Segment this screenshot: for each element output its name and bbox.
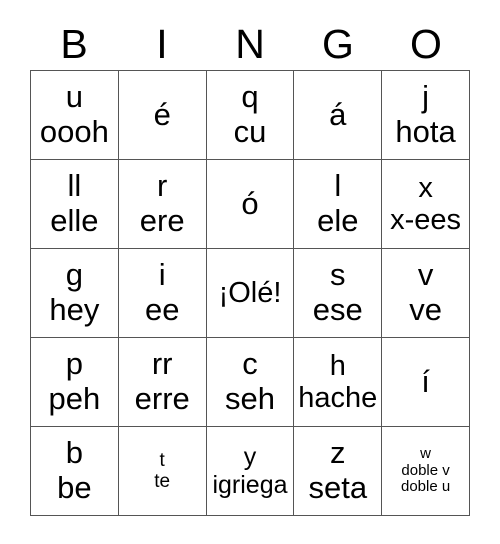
bingo-header-row: B I N G O	[30, 18, 470, 70]
bingo-cell-letter: b	[65, 435, 84, 471]
bingo-cell-letter: t	[159, 449, 165, 471]
bingo-cell[interactable]: é	[118, 71, 207, 160]
bingo-cell-letter: i	[158, 257, 166, 293]
bingo-grid: u oooh é q cu á j hota ll elle r ere ó l ele x x-ees g hey…	[30, 70, 470, 516]
bingo-cell[interactable]: v ve	[382, 249, 470, 338]
bingo-cell-pronunciation: cu	[233, 114, 267, 149]
bingo-cell-letter: r	[157, 168, 168, 204]
bingo-cell[interactable]: w doble v doble u	[382, 427, 470, 516]
bingo-cell-letter: c	[242, 346, 258, 382]
bingo-cell-letter: q	[241, 79, 259, 115]
bingo-cell-pronunciation: ere	[139, 203, 185, 238]
bingo-cell[interactable]: rr erre	[118, 338, 207, 427]
bingo-cell-letter: u	[65, 79, 84, 115]
bingo-cell-pronunciation: hey	[49, 292, 100, 327]
bingo-cell[interactable]: r ere	[118, 160, 207, 249]
bingo-cell-letter: j	[422, 79, 430, 115]
bingo-card: B I N G O u oooh é q cu á j hota ll elle r ere ó l ele…	[0, 0, 500, 544]
bingo-cell-pronunciation: doble v	[401, 461, 450, 479]
bingo-cell[interactable]: b be	[31, 427, 119, 516]
bingo-cell[interactable]: y igriega	[206, 427, 295, 516]
bingo-cell-letter: í	[421, 363, 430, 399]
bingo-cell-letter: s	[330, 257, 346, 293]
bingo-cell-pronunciation: doble u	[400, 478, 451, 496]
bingo-cell[interactable]: z seta	[294, 427, 383, 516]
bingo-cell[interactable]: p peh	[31, 338, 119, 427]
bingo-cell-letter: p	[65, 346, 84, 382]
bingo-header-letter-o: O	[410, 20, 442, 67]
bingo-header-letter-g: G	[322, 20, 354, 67]
bingo-cell[interactable]: i ee	[118, 249, 207, 338]
bingo-header-letter-i: I	[156, 20, 168, 67]
bingo-cell[interactable]: t te	[118, 427, 207, 516]
bingo-cell[interactable]: u oooh	[31, 71, 119, 160]
bingo-cell-pronunciation: peh	[48, 381, 101, 416]
bingo-cell-pronunciation: hache	[298, 382, 378, 414]
bingo-cell-pronunciation: te	[154, 471, 171, 492]
bingo-cell-letter: g	[65, 257, 84, 293]
bingo-cell[interactable]: l ele	[294, 160, 383, 249]
bingo-cell-letter: rr	[151, 346, 173, 382]
bingo-cell-pronunciation: erre	[134, 381, 190, 416]
bingo-cell-letter: l	[334, 168, 342, 204]
bingo-cell-pronunciation: igriega	[212, 471, 288, 499]
bingo-cell-pronunciation: be	[57, 470, 92, 505]
bingo-cell-pronunciation: oooh	[39, 114, 109, 149]
bingo-cell[interactable]: s ese	[294, 249, 383, 338]
bingo-cell-letter: á	[329, 96, 347, 132]
bingo-header-letter-b: B	[60, 20, 88, 67]
bingo-cell-pronunciation: x-ees	[390, 204, 462, 236]
bingo-cell[interactable]: í	[382, 338, 470, 427]
bingo-cell-free-space[interactable]: ¡Olé!	[206, 249, 295, 338]
bingo-cell-letter: x	[418, 171, 433, 204]
bingo-cell-pronunciation: ee	[144, 292, 180, 327]
bingo-cell-pronunciation: elle	[50, 203, 99, 238]
bingo-cell-pronunciation: ele	[317, 203, 359, 238]
bingo-header-letter-n: N	[235, 20, 265, 67]
bingo-cell-letter: z	[330, 435, 346, 471]
bingo-cell-letter: y	[243, 443, 257, 471]
bingo-cell-letter: ll	[67, 168, 82, 204]
bingo-cell-letter: h	[329, 349, 346, 382]
bingo-cell-letter: ¡Olé!	[218, 276, 282, 309]
bingo-cell[interactable]: á	[294, 71, 383, 160]
bingo-cell[interactable]: x x-ees	[382, 160, 470, 249]
bingo-cell[interactable]: q cu	[206, 71, 295, 160]
bingo-cell-pronunciation: seta	[308, 470, 368, 505]
bingo-cell-letter: v	[417, 257, 434, 293]
bingo-cell-letter: ó	[241, 185, 259, 221]
bingo-cell-pronunciation: hota	[395, 114, 456, 149]
bingo-cell-pronunciation: ve	[409, 292, 442, 327]
bingo-cell[interactable]: g hey	[31, 249, 119, 338]
bingo-cell[interactable]: ó	[206, 160, 295, 249]
bingo-cell[interactable]: c seh	[206, 338, 295, 427]
bingo-cell-pronunciation: ese	[312, 292, 363, 327]
bingo-cell[interactable]: j hota	[382, 71, 470, 160]
bingo-cell-letter: w	[420, 444, 432, 462]
bingo-cell-letter: é	[153, 96, 171, 132]
bingo-cell-pronunciation: seh	[225, 381, 275, 416]
bingo-cell[interactable]: h hache	[294, 338, 383, 427]
bingo-cell[interactable]: ll elle	[31, 160, 119, 249]
